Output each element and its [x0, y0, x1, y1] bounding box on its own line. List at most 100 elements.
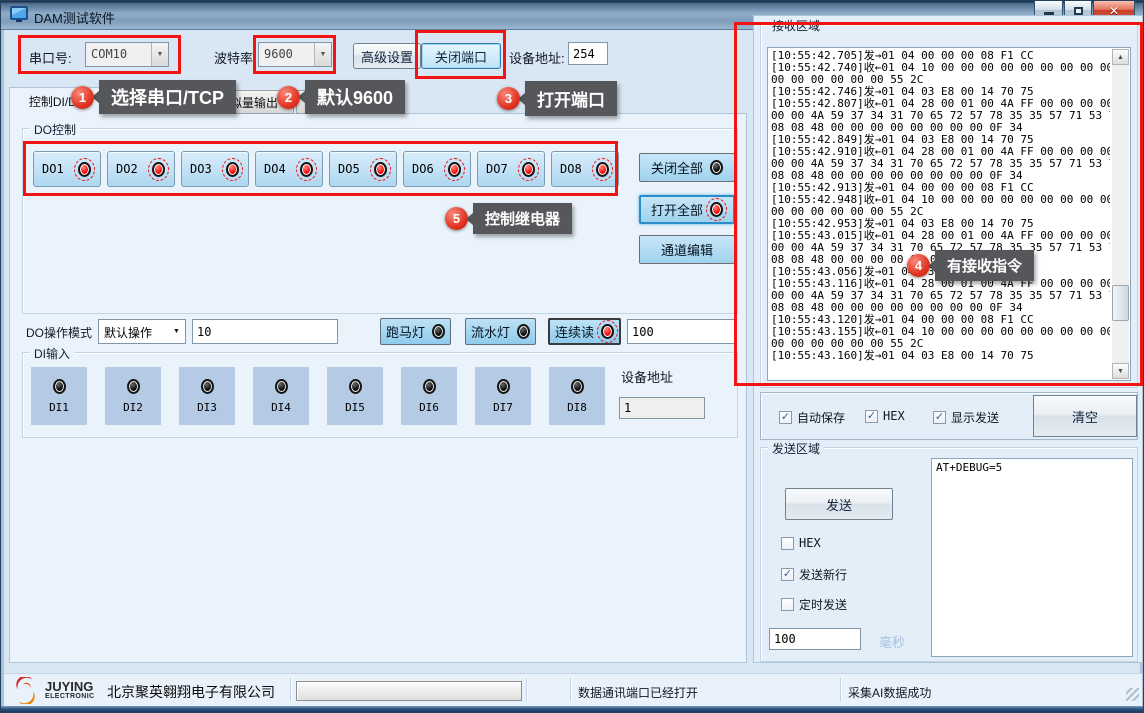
- do-group-label: DO控制: [30, 121, 80, 138]
- di6-indicator: DI6: [401, 367, 457, 425]
- annotation-rect-port-toggle: [415, 30, 506, 79]
- checkbox-unchecked-icon: [781, 537, 794, 550]
- di6-label: DI6: [419, 401, 439, 414]
- step-1-tooltip: 选择串口/TCP: [99, 80, 236, 114]
- di8-label: DI8: [567, 401, 587, 414]
- led-off-icon: [571, 379, 584, 394]
- annotation-step-3: 3 打开端口: [497, 81, 617, 116]
- annotation-step-1: 1 选择串口/TCP: [71, 80, 236, 114]
- baud-label: 波特率: [214, 48, 253, 67]
- do-mode-value: 默认操作: [99, 320, 168, 343]
- led-on-icon: [710, 202, 723, 217]
- led-off-icon: [275, 379, 288, 394]
- do-mode-label: DO操作模式: [26, 324, 92, 341]
- send-group-label: 发送区域: [768, 440, 824, 457]
- di3-label: DI3: [197, 401, 217, 414]
- brand-name: JUYING: [45, 679, 93, 694]
- clear-button[interactable]: 清空: [1033, 395, 1137, 437]
- step-4-badge: 4: [907, 254, 930, 277]
- led-off-icon: [517, 324, 530, 339]
- marquee-light-button[interactable]: 跑马灯: [380, 318, 451, 345]
- send-newline-checkbox[interactable]: 发送新行: [781, 566, 847, 583]
- timed-send-checkbox[interactable]: 定时发送: [781, 596, 847, 613]
- send-button[interactable]: 发送: [785, 488, 893, 520]
- step-3-tooltip: 打开端口: [525, 81, 617, 116]
- company-name: 北京聚英翱翔电子有限公司: [107, 682, 275, 702]
- continuous-label: 连续读: [555, 322, 594, 341]
- autosave-checkbox[interactable]: 自动保存: [779, 409, 845, 426]
- juying-logo-icon: [12, 677, 39, 709]
- autosave-label: 自动保存: [797, 409, 845, 426]
- advanced-settings-button[interactable]: 高级设置: [353, 43, 421, 69]
- maximize-icon: [1074, 7, 1083, 15]
- show-send-checkbox[interactable]: 显示发送: [933, 409, 999, 426]
- show-send-label: 显示发送: [951, 409, 999, 426]
- step-5-badge: 5: [445, 207, 468, 230]
- flow-light-button[interactable]: 流水灯: [465, 318, 536, 345]
- led-off-icon: [53, 379, 66, 394]
- open-all-button[interactable]: 打开全部: [639, 195, 735, 224]
- annotation-rect-receive: [734, 22, 1143, 386]
- di5-label: DI5: [345, 401, 365, 414]
- checkbox-checked-icon: [781, 568, 794, 581]
- do-interval-input[interactable]: [192, 319, 338, 344]
- progress-bar: [296, 681, 522, 701]
- step-2-badge: 2: [277, 86, 300, 109]
- annotation-step-2: 2 默认9600: [277, 80, 405, 114]
- send-area-group: 发送区域 AT+DEBUG=5 发送 HEX 发送新行 定时发送 毫秒: [760, 447, 1138, 662]
- ms-unit-label: 毫秒: [879, 632, 905, 651]
- status-bar: JUYING ELECTRONIC 北京聚英翱翔电子有限公司 数据通讯端口已经打…: [4, 673, 1142, 706]
- resize-grip[interactable]: [1126, 688, 1139, 701]
- di4-label: DI4: [271, 401, 291, 414]
- do-count-input[interactable]: [627, 319, 737, 344]
- di4-indicator: DI4: [253, 367, 309, 425]
- annotation-rect-baud: [253, 35, 336, 74]
- annotation-step-4: 4 有接收指令: [907, 250, 1034, 281]
- send-content-textarea[interactable]: AT+DEBUG=5: [931, 458, 1133, 657]
- di1-label: DI1: [49, 401, 69, 414]
- port-status-text: 数据通讯端口已经打开: [578, 684, 698, 701]
- step-2-tooltip: 默认9600: [305, 80, 405, 114]
- di2-indicator: DI2: [105, 367, 161, 425]
- window-title: DAM测试软件: [34, 8, 115, 27]
- di1-indicator: DI1: [31, 367, 87, 425]
- close-all-button[interactable]: 关闭全部: [639, 153, 735, 182]
- send-hex-checkbox[interactable]: HEX: [781, 536, 821, 550]
- di-device-address-label: 设备地址: [621, 367, 673, 386]
- hex-display-checkbox[interactable]: HEX: [865, 409, 905, 423]
- do-mode-select[interactable]: 默认操作 ▼: [98, 319, 186, 344]
- app-icon: [10, 6, 28, 27]
- channel-edit-label: 通道编辑: [661, 240, 713, 259]
- continuous-read-button[interactable]: 连续读: [548, 318, 621, 345]
- send-interval-input[interactable]: [769, 628, 861, 650]
- flow-label: 流水灯: [471, 322, 510, 341]
- hex-display-label: HEX: [883, 409, 905, 423]
- di7-label: DI7: [493, 401, 513, 414]
- led-off-icon: [201, 379, 214, 394]
- marquee-label: 跑马灯: [386, 322, 425, 341]
- device-address-label: 设备地址:: [509, 48, 565, 67]
- chevron-down-icon[interactable]: ▼: [168, 320, 185, 343]
- led-off-icon: [349, 379, 362, 394]
- di-device-address-input[interactable]: [619, 397, 705, 419]
- led-on-icon: [601, 324, 614, 339]
- step-4-tooltip: 有接收指令: [935, 250, 1034, 281]
- brand-subtitle: ELECTRONIC: [45, 693, 95, 700]
- led-off-icon: [497, 379, 510, 394]
- send-newline-label: 发送新行: [799, 566, 847, 583]
- checkbox-checked-icon: [779, 411, 792, 424]
- timed-send-label: 定时发送: [799, 596, 847, 613]
- ai-status-text: 采集AI数据成功: [848, 684, 931, 701]
- annotation-step-5: 5 控制继电器: [445, 203, 572, 234]
- channel-edit-button[interactable]: 通道编辑: [639, 235, 735, 264]
- di3-indicator: DI3: [179, 367, 235, 425]
- di5-indicator: DI5: [327, 367, 383, 425]
- open-all-label: 打开全部: [651, 200, 703, 219]
- led-off-icon: [127, 379, 140, 394]
- checkbox-checked-icon: [865, 410, 878, 423]
- checkbox-unchecked-icon: [781, 598, 794, 611]
- di8-indicator: DI8: [549, 367, 605, 425]
- device-address-input[interactable]: [568, 42, 608, 65]
- step-1-badge: 1: [71, 86, 94, 109]
- di7-indicator: DI7: [475, 367, 531, 425]
